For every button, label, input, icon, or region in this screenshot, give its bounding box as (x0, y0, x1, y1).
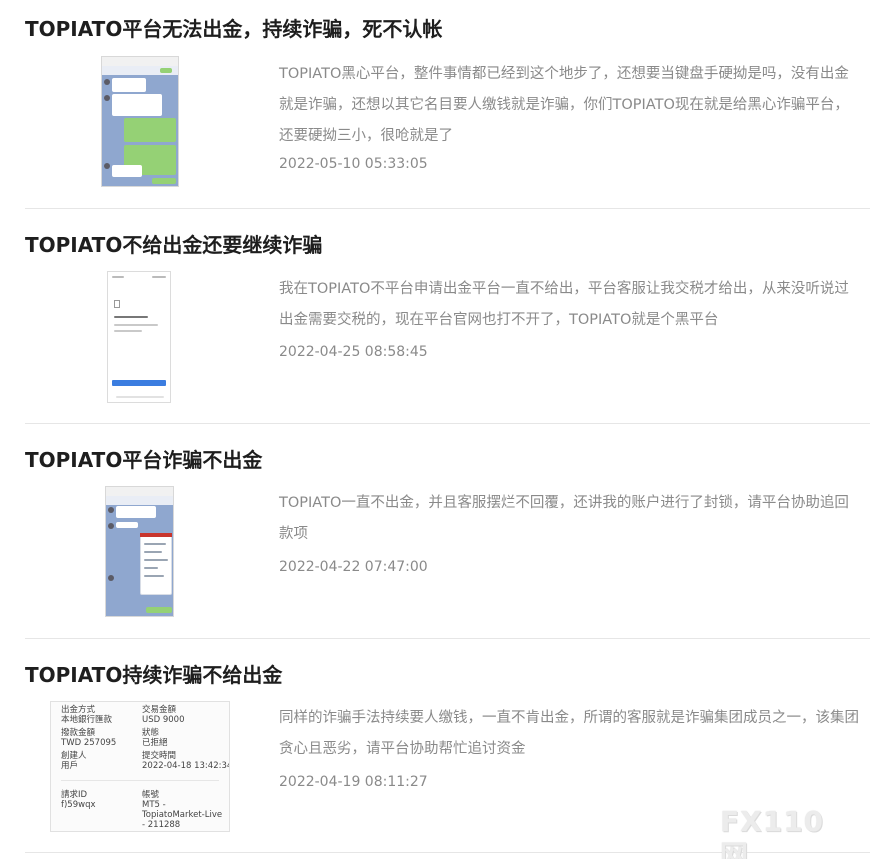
receipt-value: 本地銀行匯款 (61, 715, 113, 725)
complaint-thumbnail[interactable] (105, 486, 174, 617)
receipt-value: 用戶 (61, 761, 79, 771)
complaint-title[interactable]: TOPIATO不给出金还要继续诈骗 (25, 232, 865, 258)
receipt-value: 已拒絕 (142, 738, 168, 748)
divider (25, 208, 870, 209)
complaint-thumbnail[interactable] (107, 271, 171, 403)
complaint-title[interactable]: TOPIATO持续诈骗不给出金 (25, 662, 865, 688)
complaint-title[interactable]: TOPIATO平台无法出金，持续诈骗，死不认帐 (25, 16, 865, 42)
complaint-thumbnail[interactable]: 出金方式 本地銀行匯款 交易金額 USD 9000 撥款金額 TWD 25709… (50, 701, 230, 832)
receipt-value: USD 9000 (142, 715, 185, 725)
complaint-content: 同样的诈骗手法持续要人缴钱，一直不肯出金，所谓的客服就是诈骗集团成员之一，该集团… (279, 710, 859, 757)
complaint-content: TOPIATO一直不出金，并且客服摆烂不回覆，还讲我的账户进行了封锁，请平台协助… (279, 495, 849, 542)
fx110-watermark: FX110网 (720, 805, 825, 859)
divider (25, 423, 870, 424)
complaint-content: TOPIATO黑心平台，整件事情都已经到这个地步了，还想要当键盘手硬拗是吗，没有… (279, 66, 849, 144)
complaint-date: 2022-04-25 08:58:45 (279, 344, 428, 360)
divider (25, 638, 870, 639)
complaint-title[interactable]: TOPIATO平台诈骗不出金 (25, 447, 865, 473)
complaint-date: 2022-05-10 05:33:05 (279, 156, 428, 172)
complaint-date: 2022-04-22 07:47:00 (279, 559, 428, 575)
receipt-value: TWD 257095 (61, 738, 117, 748)
complaint-date: 2022-04-19 08:11:27 (279, 774, 428, 790)
complaint-thumbnail[interactable] (101, 56, 179, 187)
complaint-content: 我在TOPIATO不平台申请出金平台一直不给出，平台客服让我交税才给出，从来没听… (279, 281, 849, 328)
receipt-value: f)59wqx (61, 800, 96, 810)
receipt-value: - 211288 (142, 820, 181, 830)
receipt-value: 2022-04-18 13:42:34 (142, 761, 230, 771)
